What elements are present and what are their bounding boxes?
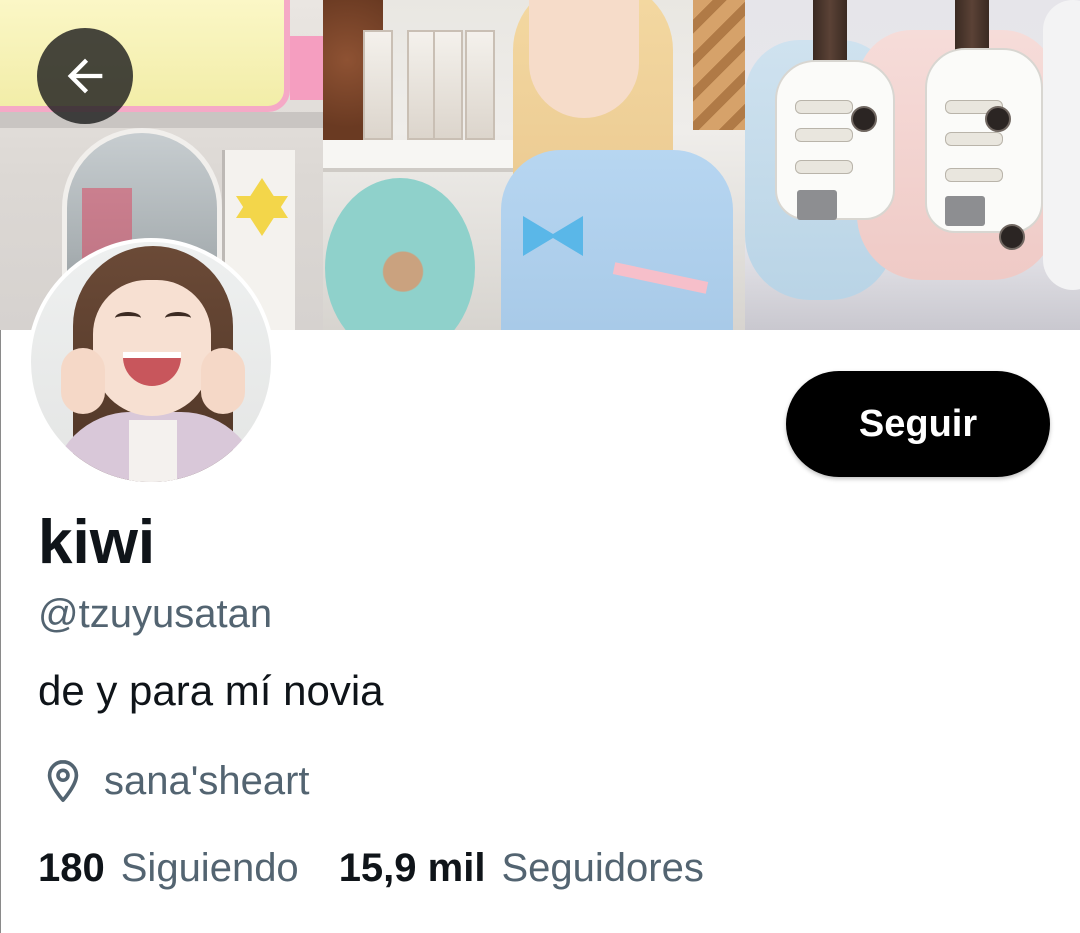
arrow-left-icon [67, 58, 103, 94]
avatar-eye [115, 312, 141, 324]
milk-carton [433, 30, 463, 140]
pickup [945, 132, 1003, 146]
banner-panel-guitars [745, 0, 1080, 330]
follow-button[interactable]: Seguir [786, 371, 1050, 477]
person-face [529, 0, 639, 118]
shop-sign-accent [290, 36, 323, 100]
milk-carton [363, 30, 393, 140]
location-text: sana'sheart [104, 759, 310, 803]
bridge [945, 196, 985, 226]
user-handle: @tzuyusatan [38, 592, 273, 636]
followers-label: Seguidores [501, 846, 704, 890]
page-left-border [0, 330, 1, 933]
avatar-hand [61, 348, 105, 414]
display-name: kiwi [38, 508, 156, 577]
avatar[interactable] [27, 238, 275, 486]
following-count: 180 [38, 846, 105, 890]
following-link[interactable]: 180 Siguiendo [38, 848, 299, 888]
milk-carton [465, 30, 495, 140]
bio: de y para mí novia [38, 667, 384, 714]
back-button[interactable] [37, 28, 133, 124]
avatar-face [93, 280, 211, 416]
avatar-shirt [129, 420, 177, 482]
pickup [945, 168, 1003, 182]
followers-count: 15,9 mil [338, 846, 486, 890]
pickup [795, 128, 853, 142]
bridge [797, 190, 837, 220]
banner-panel-girl [323, 0, 745, 330]
location-pin-icon [40, 758, 86, 804]
avatar-hand [201, 348, 245, 414]
following-label: Siguiendo [120, 846, 299, 890]
donut-plush [325, 178, 475, 330]
shop-awning [0, 112, 323, 128]
followers-link[interactable]: 15,9 mil Seguidores [339, 848, 704, 888]
avatar-eye [165, 312, 191, 324]
shop-star-decoration-lower [236, 196, 288, 236]
pickup [795, 160, 853, 174]
guitar-white [1043, 0, 1080, 290]
location: sana'sheart [40, 758, 310, 804]
knob [851, 106, 877, 132]
knob [985, 106, 1011, 132]
giraffe-plush [693, 0, 745, 130]
knob [999, 224, 1025, 250]
follow-stats: 180 Siguiendo 15,9 mil Seguidores [38, 848, 704, 888]
pickup [795, 100, 853, 114]
